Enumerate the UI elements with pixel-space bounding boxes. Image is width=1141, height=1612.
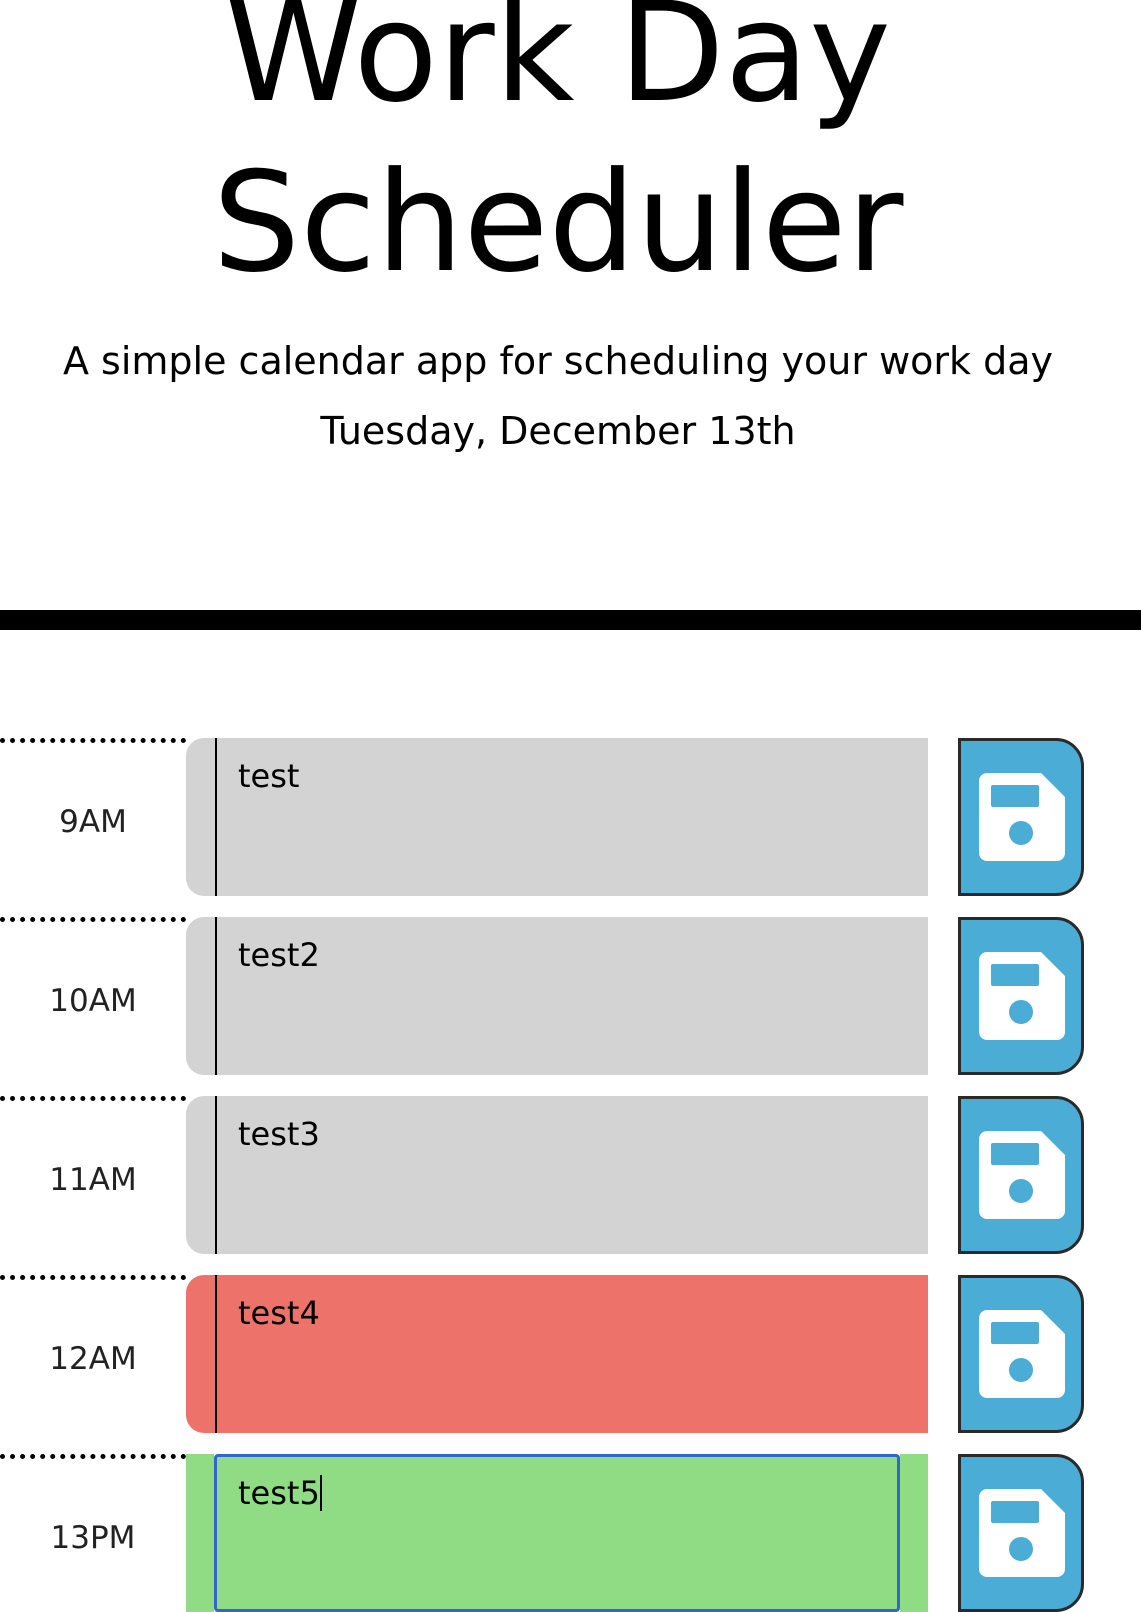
description-textarea[interactable]: test: [186, 738, 928, 896]
hour-label: 11AM: [0, 1096, 186, 1254]
description-textarea[interactable]: test4: [186, 1275, 928, 1433]
save-button[interactable]: [958, 1275, 1084, 1433]
time-block-row: 10AM test2: [0, 917, 1141, 1075]
floppy-disk-icon: [979, 952, 1065, 1040]
page-title-line2: Scheduler: [212, 142, 904, 303]
description-textarea[interactable]: test2: [186, 917, 928, 1075]
hour-label: 10AM: [0, 917, 186, 1075]
floppy-disk-icon: [979, 773, 1065, 861]
floppy-disk-icon: [979, 1310, 1065, 1398]
save-button[interactable]: [958, 917, 1084, 1075]
time-block-row: 12AM test4: [0, 1275, 1141, 1433]
hour-label: 9AM: [0, 738, 186, 896]
time-block-row: 9AM test: [0, 738, 1141, 896]
time-block-row: 13PM test5: [0, 1454, 1141, 1612]
save-button[interactable]: [958, 1096, 1084, 1254]
text-caret: [319, 1475, 322, 1511]
description-textarea[interactable]: test3: [186, 1096, 928, 1254]
hour-label: 13PM: [0, 1454, 186, 1612]
save-button[interactable]: [958, 1454, 1084, 1612]
floppy-disk-icon: [979, 1489, 1065, 1577]
floppy-disk-icon: [979, 1131, 1065, 1219]
description-textarea[interactable]: test5: [214, 1454, 900, 1612]
time-block-row: 11AM test3: [0, 1096, 1141, 1254]
lead-text: A simple calendar app for scheduling you…: [62, 339, 1054, 383]
header-divider: [0, 610, 1141, 630]
page-title-line1: Work Day: [225, 0, 891, 133]
save-button[interactable]: [958, 738, 1084, 896]
current-day: Tuesday, December 13th: [320, 409, 796, 453]
hour-label: 12AM: [0, 1275, 186, 1433]
